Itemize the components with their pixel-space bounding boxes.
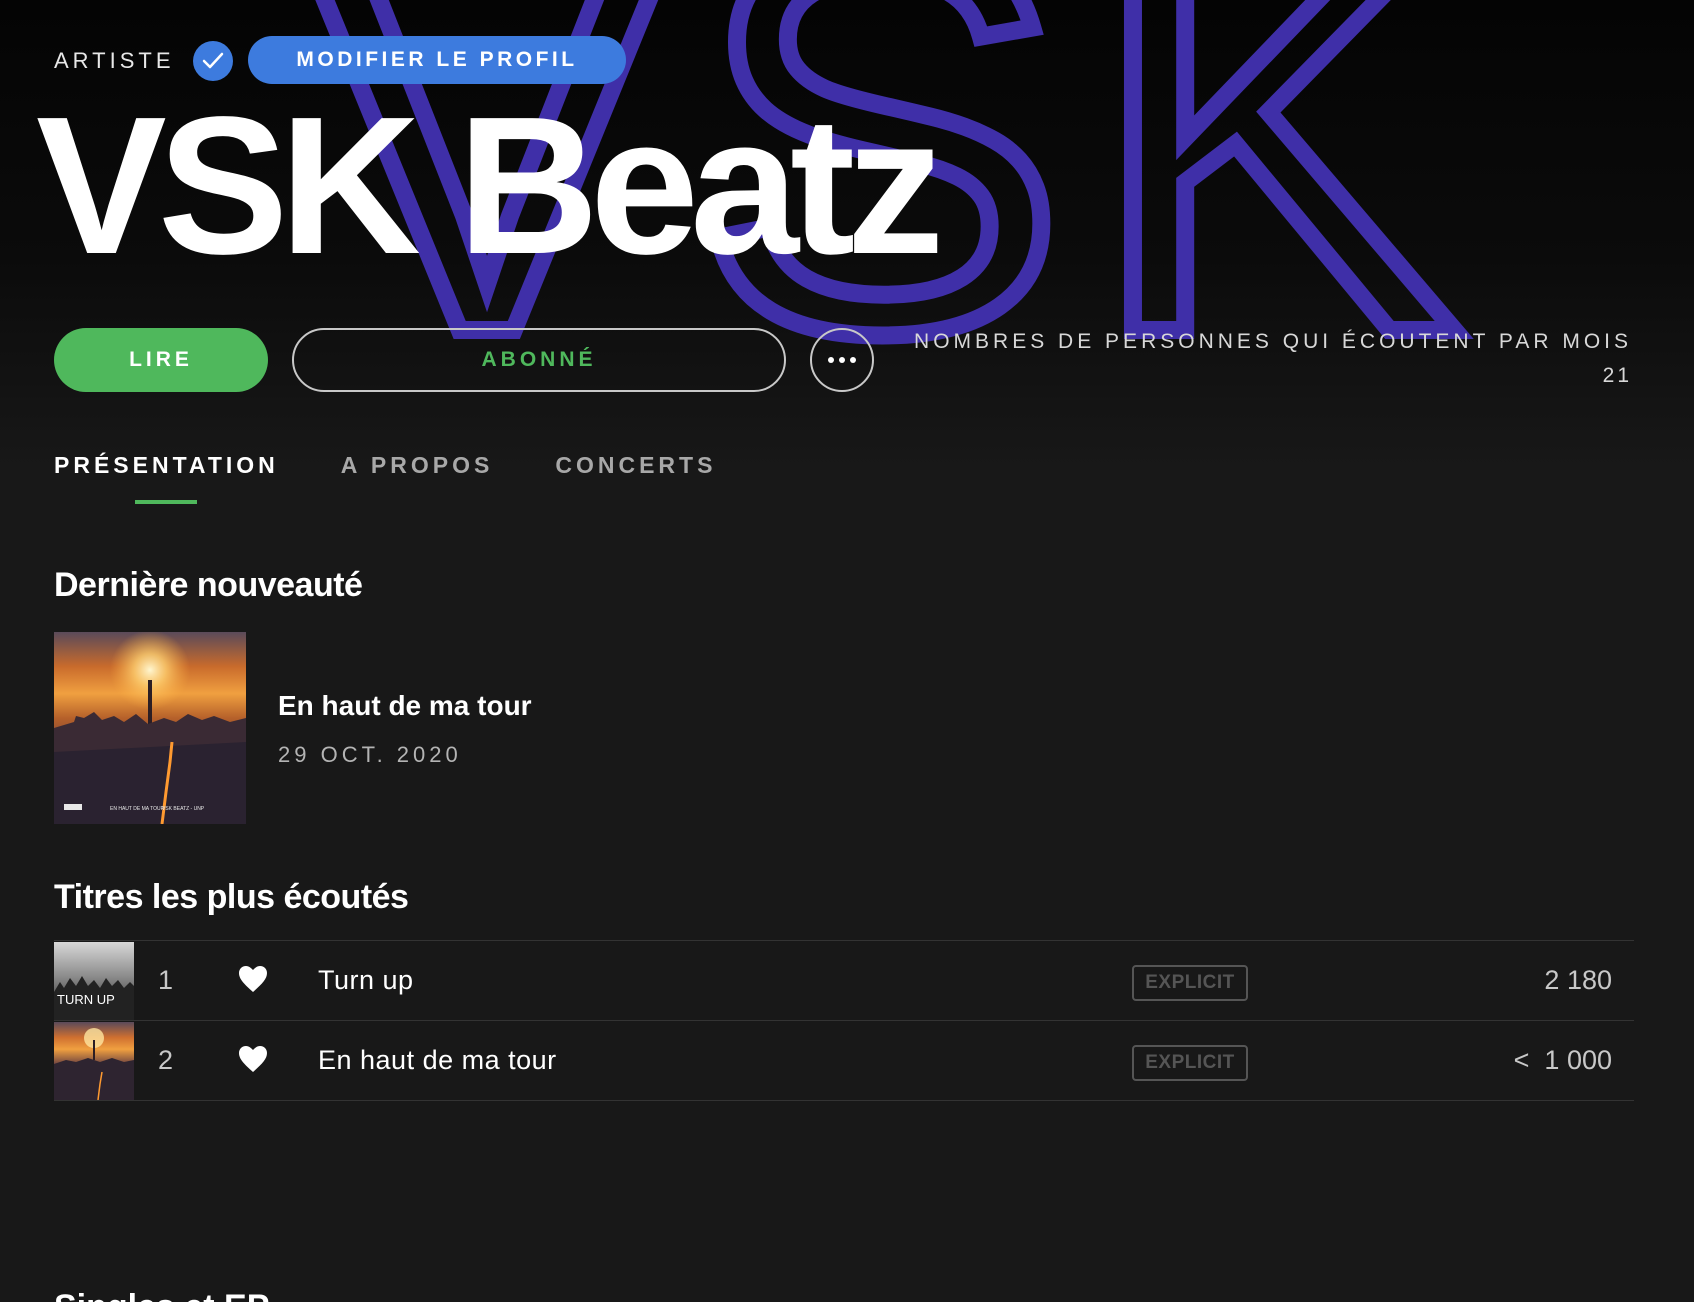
cover-caption-left: EN HAUT DE MA TOUR xyxy=(110,806,165,812)
top-tracks-title: Titres les plus écoutés xyxy=(54,878,409,916)
track-cover xyxy=(54,1022,134,1100)
latest-release-date: 29 OCT. 2020 xyxy=(278,742,462,767)
explicit-badge: EXPLICIT xyxy=(1132,965,1248,1001)
track-title[interactable]: En haut de ma tour xyxy=(318,1045,557,1076)
track-number: 2 xyxy=(158,1045,174,1075)
latest-release-cover[interactable]: EN HAUT DE MA TOUR VSK BEATZ - UNP xyxy=(54,632,246,824)
tab-concerts[interactable]: CONCERTS xyxy=(555,452,716,479)
monthly-listeners-value: 21 xyxy=(1602,364,1632,387)
monthly-listeners-label: NOMBRES DE PERSONNES QUI ÉCOUTENT PAR MO… xyxy=(914,330,1632,353)
singles-section-title: Singles et EP xyxy=(54,1288,269,1302)
track-row[interactable]: TURN UP 1 Turn up EXPLICIT 2 180 xyxy=(54,941,1634,1021)
latest-release-title: Dernière nouveauté xyxy=(54,566,363,604)
track-cover: TURN UP xyxy=(54,942,134,1020)
track-number: 1 xyxy=(158,965,174,995)
heart-icon[interactable] xyxy=(238,965,268,998)
track-title[interactable]: Turn up xyxy=(318,965,414,996)
more-horizontal-icon xyxy=(828,357,834,363)
artist-header: VSK ARTISTE MODIFIER LE PROFIL VSK Beatz… xyxy=(0,0,1694,470)
artist-label: ARTISTE xyxy=(54,48,175,73)
tab-presentation[interactable]: PRÉSENTATION xyxy=(54,452,279,479)
track-play-count: 2 180 xyxy=(1544,965,1612,995)
heart-icon[interactable] xyxy=(238,1045,268,1078)
play-button[interactable]: LIRE xyxy=(54,328,268,392)
artist-tabs: PRÉSENTATION A PROPOS CONCERTS xyxy=(54,452,716,479)
track-play-count: < 1 000 xyxy=(1513,1045,1612,1075)
tab-about[interactable]: A PROPOS xyxy=(341,452,494,479)
active-tab-indicator xyxy=(135,500,197,504)
cover-caption-right: VSK BEATZ - UNP xyxy=(162,806,205,812)
verified-icon xyxy=(192,41,233,81)
follow-button[interactable]: ABONNÉ xyxy=(292,328,786,392)
more-options-button[interactable] xyxy=(810,328,874,392)
artist-name: VSK Beatz xyxy=(36,76,944,295)
top-tracks-list: TURN UP 1 Turn up EXPLICIT 2 180 2 En ha… xyxy=(54,940,1634,1101)
track-row[interactable]: 2 En haut de ma tour EXPLICIT < 1 000 xyxy=(54,1021,1634,1101)
latest-release-name[interactable]: En haut de ma tour xyxy=(278,690,532,722)
track-cover-text: TURN UP xyxy=(57,992,115,1007)
explicit-badge: EXPLICIT xyxy=(1132,1045,1248,1081)
